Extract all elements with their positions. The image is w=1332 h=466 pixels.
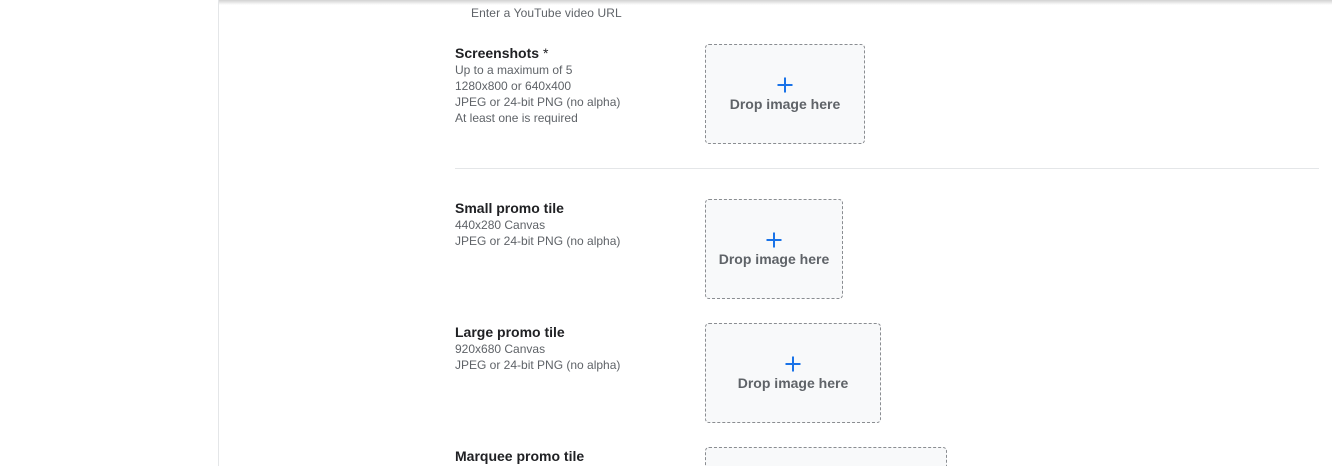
left-sidebar: [0, 0, 219, 466]
screenshots-desc-size: 1280x800 or 640x400: [455, 79, 572, 93]
large-promo-desc-format: JPEG or 24-bit PNG (no alpha): [455, 358, 621, 372]
small-promo-desc-format: JPEG or 24-bit PNG (no alpha): [455, 234, 621, 248]
screenshots-section: Screenshots * Up to a maximum of 5 1280x…: [455, 44, 620, 126]
plus-icon: [777, 77, 793, 93]
large-promo-dropzone[interactable]: Drop image here: [705, 323, 881, 423]
section-divider: [455, 168, 1319, 169]
large-promo-label: Large promo tile: [455, 324, 565, 340]
screenshots-desc-max: Up to a maximum of 5: [455, 63, 573, 77]
small-promo-section: Small promo tile 440x280 Canvas JPEG or …: [455, 199, 620, 249]
large-promo-desc-size: 920x680 Canvas: [455, 342, 546, 356]
marquee-promo-label: Marquee promo tile: [455, 448, 585, 464]
required-asterisk: *: [542, 45, 549, 61]
screenshots-desc-required: At least one is required: [455, 111, 578, 125]
screenshots-dropzone[interactable]: Drop image here: [705, 44, 865, 144]
marquee-promo-dropzone[interactable]: [705, 447, 947, 466]
plus-icon: [785, 356, 801, 372]
large-promo-drop-label: Drop image here: [737, 375, 849, 391]
small-promo-label: Small promo tile: [455, 200, 564, 216]
small-promo-desc-size: 440x280 Canvas: [455, 218, 546, 232]
screenshots-drop-label: Drop image here: [729, 96, 841, 112]
screenshots-desc-format: JPEG or 24-bit PNG (no alpha): [455, 95, 621, 109]
video-url-hint: Enter a YouTube video URL: [471, 6, 622, 20]
large-promo-section: Large promo tile 920x680 Canvas JPEG or …: [455, 323, 620, 373]
marquee-promo-section: Marquee promo tile: [455, 447, 584, 465]
small-promo-drop-label: Drop image here: [718, 251, 830, 267]
screenshots-label: Screenshots *: [455, 45, 549, 61]
plus-icon: [766, 232, 782, 248]
small-promo-dropzone[interactable]: Drop image here: [705, 199, 843, 299]
